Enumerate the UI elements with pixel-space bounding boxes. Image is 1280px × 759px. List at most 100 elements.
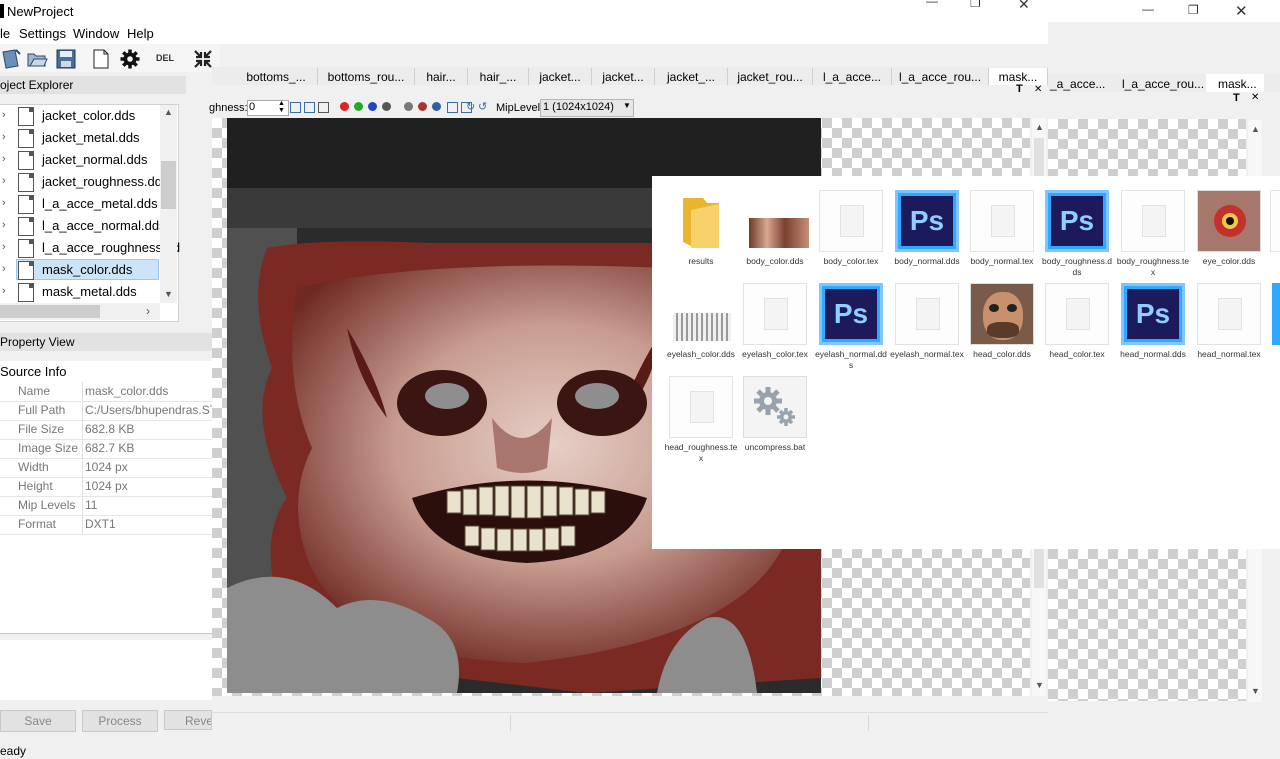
fit-view-icon[interactable]	[290, 102, 301, 113]
actual-size-icon[interactable]	[318, 102, 329, 113]
rotate-ccw-icon[interactable]: ↺	[478, 100, 487, 113]
gray-icon[interactable]	[404, 102, 413, 111]
tree-item[interactable]: › mask_metal.dds	[0, 281, 160, 303]
tab[interactable]: bottoms_...	[235, 68, 318, 86]
scroll-down-icon[interactable]: ▼	[1035, 680, 1044, 690]
minimize-button[interactable]: —	[926, 0, 938, 8]
pin-icon[interactable]: T	[1016, 83, 1023, 95]
menu-window[interactable]: Window	[73, 26, 119, 41]
explorer-item[interactable]: body_normal.tex	[965, 190, 1039, 267]
explorer-item[interactable]: eyelash_color.dds	[664, 283, 738, 360]
tree-item[interactable]: › l_a_acce_roughness.dd	[0, 237, 180, 259]
scroll-thumb[interactable]	[161, 161, 176, 209]
expand-arrow-icon[interactable]: ›	[2, 197, 6, 209]
back-tab[interactable]: l_a_acce_rou...	[1122, 77, 1204, 91]
maximize-button[interactable]: ❐	[970, 0, 981, 10]
scroll-down-icon[interactable]: ▼	[164, 289, 173, 299]
explorer-item[interactable]: eyelash_color.tex	[738, 283, 812, 360]
scroll-right-icon[interactable]: ›	[146, 304, 150, 318]
save-icon[interactable]	[55, 48, 77, 70]
explorer-item[interactable]: eyelash_normal.tex	[890, 283, 964, 360]
menu-help[interactable]: Help	[127, 26, 154, 41]
explorer-item[interactable]: Ps body_normal.dds	[890, 190, 964, 267]
settings-gear-icon[interactable]	[119, 48, 141, 70]
collapse-icon[interactable]	[192, 48, 214, 70]
menu-file[interactable]: le	[0, 26, 10, 41]
explorer-item[interactable]: body_color.dds	[738, 190, 812, 267]
expand-arrow-icon[interactable]: ›	[2, 241, 6, 253]
new-project-icon[interactable]	[0, 48, 22, 70]
back-pin-icon[interactable]: T	[1233, 92, 1240, 104]
new-document-icon[interactable]	[90, 48, 112, 70]
spin-arrows-icon[interactable]: ▲ ▼	[278, 100, 285, 114]
back-tab[interactable]: _a_acce...	[1050, 77, 1105, 91]
blue-channel-icon[interactable]	[368, 102, 377, 111]
tab[interactable]: jacket...	[592, 68, 655, 86]
explorer-item[interactable]: results	[664, 190, 738, 267]
explorer-item[interactable]: head_roughness.tex	[664, 376, 738, 464]
alpha-channel-icon[interactable]	[382, 102, 391, 111]
tab[interactable]: jacket_...	[655, 68, 728, 86]
expand-arrow-icon[interactable]: ›	[2, 131, 6, 143]
scroll-up-icon[interactable]: ▲	[164, 107, 173, 117]
tree-item[interactable]: › jacket_metal.dds	[0, 127, 160, 149]
close-panel-icon[interactable]: ✕	[1034, 84, 1042, 95]
scroll-up-icon[interactable]: ▲	[1035, 122, 1044, 132]
expand-arrow-icon[interactable]: ›	[2, 285, 6, 297]
rotate-cw-icon[interactable]: ↻	[466, 100, 475, 113]
explorer-item[interactable]: body_roughness.tex	[1116, 190, 1190, 278]
tab[interactable]: l_a_acce_rou...	[892, 68, 989, 86]
tree-item[interactable]: › l_a_acce_metal.dds	[0, 193, 160, 215]
expand-arrow-icon[interactable]: ›	[2, 153, 6, 165]
explorer-item[interactable]: Ps eyelash_normal.dds	[814, 283, 888, 371]
expand-arrow-icon[interactable]: ›	[2, 109, 6, 121]
tile-icon[interactable]	[447, 102, 458, 113]
explorer-item[interactable]: head_normal.tex	[1192, 283, 1266, 360]
sphere-icon[interactable]	[432, 102, 441, 111]
delete-button[interactable]: DEL	[156, 53, 174, 63]
tab[interactable]: jacket_rou...	[728, 68, 813, 86]
explorer-item[interactable]: Ps head_normal.dds	[1116, 283, 1190, 360]
expand-arrow-icon[interactable]: ›	[2, 219, 6, 231]
tree-horizontal-scrollbar[interactable]: ›	[0, 303, 160, 320]
save-button[interactable]: Save	[0, 710, 76, 732]
back-minimize-button[interactable]: —	[1142, 2, 1154, 16]
tree-item[interactable]: › jacket_normal.dds	[0, 149, 160, 171]
explorer-item[interactable]: Ps body_roughness.dds	[1040, 190, 1114, 278]
tree-vertical-scrollbar[interactable]: ▲ ▼	[160, 105, 177, 303]
back-close-button[interactable]: ✕	[1235, 2, 1248, 20]
mip-level-select[interactable]: 1 (1024x1024) ▼	[540, 99, 634, 117]
tree-item[interactable]: › l_a_acce_normal.dds	[0, 215, 166, 237]
tab[interactable]: l_a_acce...	[813, 68, 892, 86]
process-button[interactable]: Process	[82, 710, 158, 732]
color-icon[interactable]	[418, 102, 427, 111]
tab[interactable]: hair...	[415, 68, 468, 86]
tab[interactable]: jacket...	[529, 68, 592, 86]
menu-settings[interactable]: Settings	[19, 26, 66, 41]
explorer-item[interactable]: head_color.tex	[1040, 283, 1114, 360]
roughness-spinbox[interactable]: 0 ▲ ▼	[247, 100, 289, 116]
explorer-item[interactable]: uncompress.bat	[738, 376, 812, 453]
scroll-down-icon[interactable]: ▼	[1251, 686, 1260, 696]
open-folder-icon[interactable]	[26, 48, 48, 70]
back-close-panel-icon[interactable]: ✕	[1251, 92, 1259, 103]
tab[interactable]: hair_...	[468, 68, 529, 86]
red-channel-icon[interactable]	[340, 102, 349, 111]
explorer-item[interactable]: body_color.tex	[814, 190, 888, 267]
revert-button[interactable]: Rever	[164, 710, 212, 730]
expand-arrow-icon[interactable]: ›	[2, 175, 6, 187]
file-icon	[18, 217, 34, 236]
explorer-item[interactable]: head_color.dds	[965, 283, 1039, 360]
tree-item-selected[interactable]: › mask_color.dds	[0, 259, 160, 281]
expand-arrow-icon[interactable]: ›	[2, 263, 6, 275]
back-maximize-button[interactable]: ❐	[1188, 3, 1199, 17]
zoom-icon[interactable]	[304, 102, 315, 113]
tree-item[interactable]: › jacket_roughness.dds	[0, 171, 168, 193]
tree-item[interactable]: › jacket_color.dds	[0, 105, 160, 127]
scroll-thumb[interactable]	[0, 305, 100, 318]
close-button[interactable]: ✕	[1018, 0, 1030, 13]
explorer-item[interactable]: eye_color.dds	[1192, 190, 1266, 267]
scroll-up-icon[interactable]: ▲	[1251, 124, 1260, 134]
tab[interactable]: bottoms_rou...	[318, 68, 415, 86]
green-channel-icon[interactable]	[354, 102, 363, 111]
